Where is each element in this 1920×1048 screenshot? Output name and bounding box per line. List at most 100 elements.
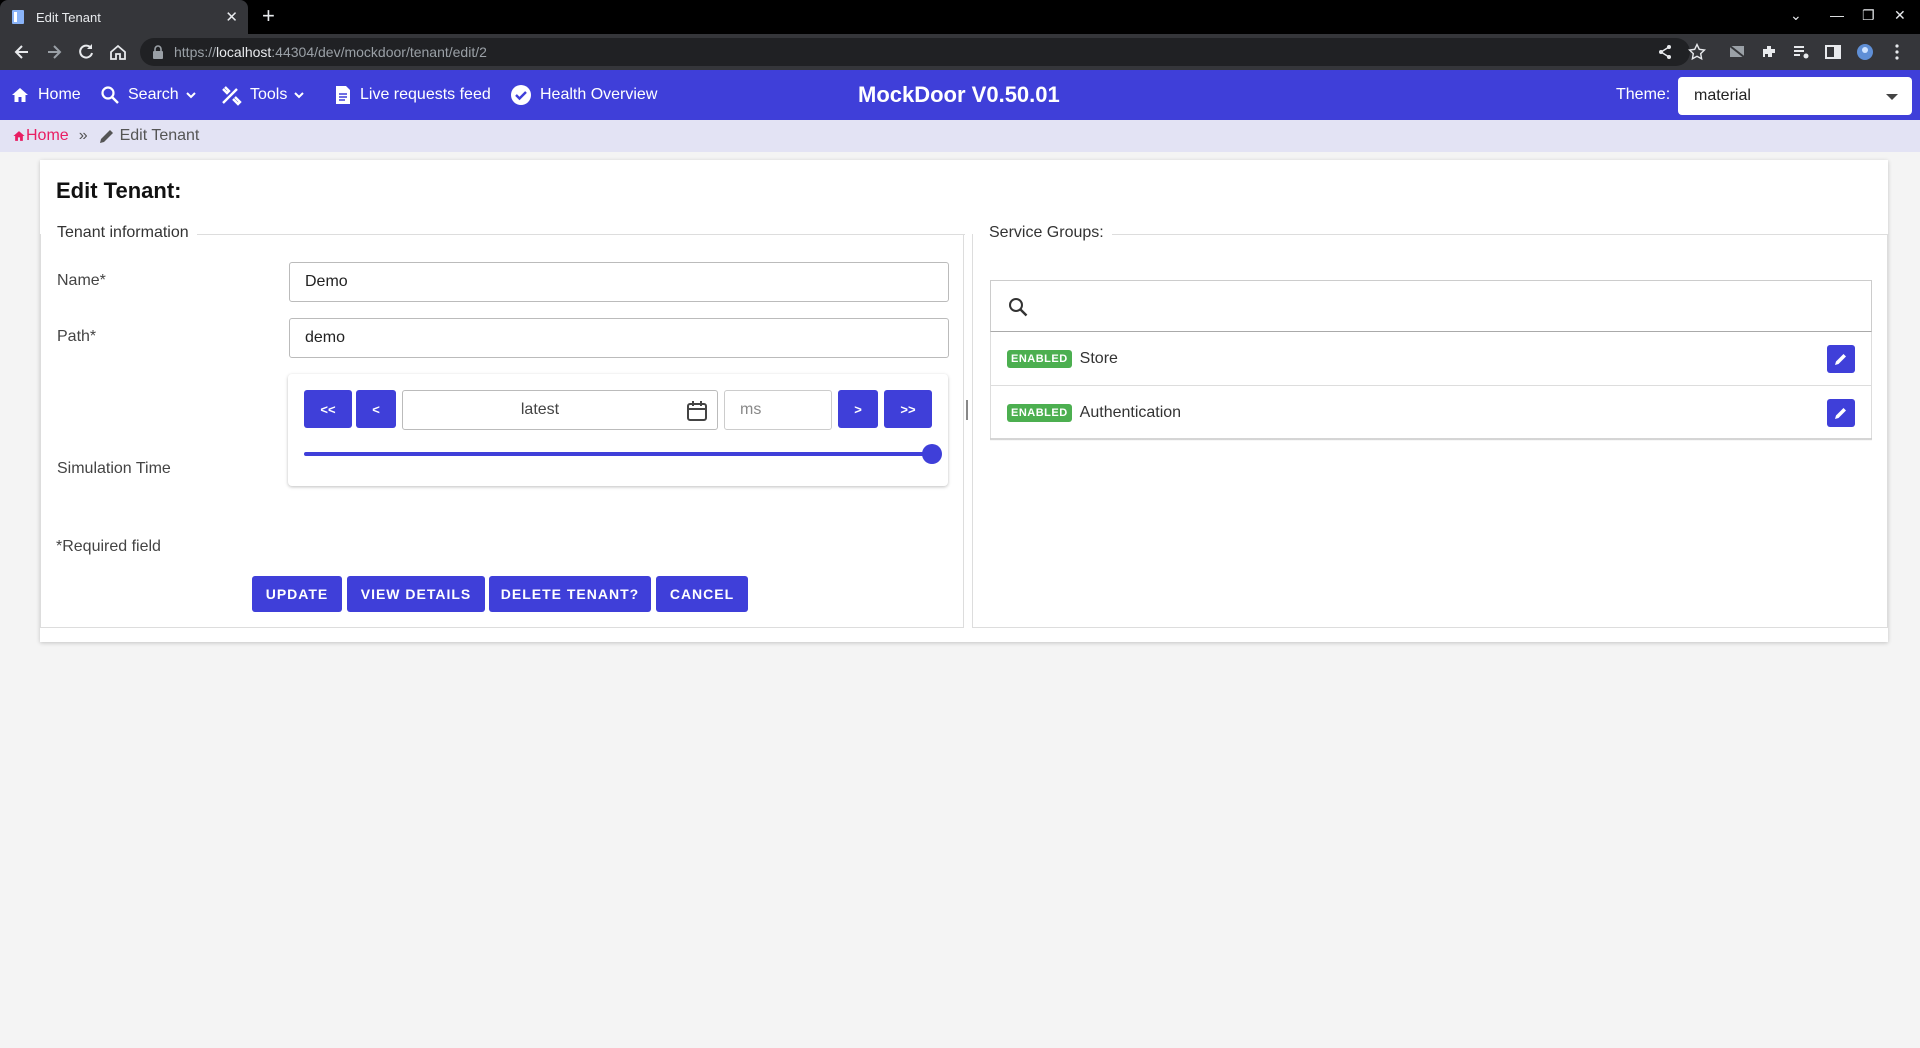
- sim-prev-button[interactable]: <: [356, 390, 396, 428]
- nav-tools[interactable]: Tools: [220, 70, 305, 120]
- close-window-icon[interactable]: ✕: [1894, 7, 1906, 24]
- page-icon: [12, 10, 24, 24]
- edit-service-group-button[interactable]: [1827, 399, 1855, 427]
- lock-icon: [153, 45, 163, 59]
- media-icon[interactable]: [1792, 43, 1810, 61]
- url-host: localhost: [216, 44, 272, 60]
- calendar-icon[interactable]: [685, 399, 709, 423]
- service-groups-title: Service Groups:: [989, 224, 1112, 242]
- nav-live-requests[interactable]: Live requests feed: [334, 70, 491, 120]
- sim-last-button[interactable]: >>: [884, 390, 932, 428]
- maximize-icon[interactable]: ❐: [1862, 7, 1875, 24]
- nav-search-label: Search: [128, 86, 179, 103]
- cast-icon[interactable]: [1728, 43, 1746, 61]
- tab-search-icon[interactable]: ⌄: [1790, 7, 1802, 24]
- new-tab-icon[interactable]: +: [262, 5, 275, 27]
- tab-title: Edit Tenant: [36, 9, 101, 25]
- pencil-icon: [1835, 408, 1846, 419]
- service-group-name: Authentication: [1079, 403, 1182, 421]
- list-item: ENABLED Store: [990, 332, 1872, 386]
- search-icon: [101, 86, 119, 104]
- nav-live-requests-label: Live requests feed: [360, 86, 491, 103]
- search-icon: [1009, 298, 1028, 317]
- breadcrumb-separator: »: [78, 127, 88, 144]
- menu-dots-icon[interactable]: [1888, 43, 1906, 61]
- breadcrumb-home[interactable]: Home: [12, 127, 69, 145]
- resize-handle[interactable]: [966, 400, 968, 420]
- url-path: :44304/dev/mockdoor/tenant/edit/2: [271, 44, 487, 60]
- sim-next-button[interactable]: >: [838, 390, 878, 428]
- nav-health-overview-label: Health Overview: [540, 86, 658, 103]
- home-icon: [13, 131, 25, 141]
- browser-tab-bar: Edit Tenant ✕ + ⌄ — ❐ ✕: [0, 0, 1920, 34]
- document-icon: [336, 86, 350, 104]
- theme-label: Theme:: [1616, 86, 1671, 103]
- nav-health-overview[interactable]: Health Overview: [510, 70, 657, 120]
- sim-slider-thumb[interactable]: [922, 444, 942, 464]
- tenant-info-title: Tenant information: [57, 224, 197, 242]
- edit-tenant-card: Edit Tenant: Tenant information Name* De…: [40, 160, 1889, 642]
- page-title: Edit Tenant:: [56, 178, 182, 203]
- sim-ms-input[interactable]: ms: [724, 390, 832, 430]
- status-badge: ENABLED: [1007, 403, 1072, 422]
- browser-toolbar: https://localhost:44304/dev/mockdoor/ten…: [0, 34, 1920, 70]
- name-label: Name*: [57, 272, 106, 289]
- required-note: *Required field: [56, 538, 161, 555]
- close-tab-icon[interactable]: ✕: [225, 8, 238, 26]
- reload-icon[interactable]: [76, 42, 96, 62]
- nav-home-label: Home: [38, 86, 81, 103]
- caret-down-icon: [1886, 94, 1898, 100]
- share-icon[interactable]: [1656, 43, 1674, 61]
- simulation-time-label: Simulation Time: [57, 460, 171, 477]
- edit-service-group-button[interactable]: [1827, 345, 1855, 373]
- sim-slider-track[interactable]: [304, 452, 932, 456]
- sim-date-value: latest: [520, 401, 560, 418]
- nav-home[interactable]: Home: [10, 70, 81, 120]
- home-browser-icon[interactable]: [108, 42, 128, 62]
- check-circle-icon: [511, 85, 531, 105]
- star-icon[interactable]: [1688, 43, 1706, 61]
- forward-icon[interactable]: [44, 42, 64, 62]
- delete-tenant-button[interactable]: DELETE TENANT?: [489, 576, 651, 612]
- panel-border: [191, 234, 965, 235]
- breadcrumb-current: Edit Tenant: [98, 127, 200, 145]
- url-bar[interactable]: https://localhost:44304/dev/mockdoor/ten…: [140, 38, 1690, 66]
- minimize-icon[interactable]: —: [1830, 7, 1844, 23]
- chevron-down-icon: [185, 92, 196, 99]
- path-input[interactable]: demo: [289, 318, 949, 358]
- simulation-time-control: << < latest ms > >>: [288, 374, 948, 486]
- panel-border: [1111, 234, 1889, 235]
- theme-select[interactable]: material: [1678, 77, 1912, 115]
- breadcrumb: Home » Edit Tenant: [0, 120, 1920, 152]
- list-item: ENABLED Authentication: [990, 386, 1872, 440]
- breadcrumb-current-label: Edit Tenant: [119, 127, 200, 144]
- app-title: MockDoor V0.50.01: [858, 82, 1060, 107]
- browser-tab[interactable]: Edit Tenant ✕: [0, 0, 248, 34]
- service-group-name: Store: [1079, 349, 1118, 367]
- breadcrumb-home-label: Home: [26, 127, 69, 144]
- cancel-button[interactable]: CANCEL: [656, 576, 748, 612]
- view-details-button[interactable]: VIEW DETAILS: [347, 576, 485, 612]
- profile-icon[interactable]: [1856, 43, 1874, 61]
- nav-search[interactable]: Search: [100, 70, 197, 120]
- url-scheme: https://: [174, 44, 217, 60]
- list-shadow: [990, 438, 1872, 441]
- chevron-down-icon: [294, 92, 305, 99]
- pencil-icon: [1835, 354, 1846, 365]
- name-input[interactable]: Demo: [289, 262, 949, 302]
- service-group-search-input[interactable]: [990, 280, 1872, 332]
- tools-icon: [222, 86, 242, 106]
- nav-tools-label: Tools: [250, 86, 288, 103]
- sim-first-button[interactable]: <<: [304, 390, 352, 428]
- theme-select-value: material: [1694, 87, 1751, 104]
- back-icon[interactable]: [12, 42, 32, 62]
- sim-date-input[interactable]: latest: [402, 390, 718, 430]
- pencil-icon: [99, 130, 113, 143]
- path-label: Path*: [57, 328, 97, 345]
- home-icon: [12, 88, 28, 102]
- app-header: Home Search Tools Live requests feed Hea…: [0, 70, 1920, 120]
- extensions-icon[interactable]: [1760, 43, 1778, 61]
- sidebar-icon[interactable]: [1824, 43, 1842, 61]
- update-button[interactable]: UPDATE: [252, 576, 342, 612]
- status-badge: ENABLED: [1007, 349, 1072, 368]
